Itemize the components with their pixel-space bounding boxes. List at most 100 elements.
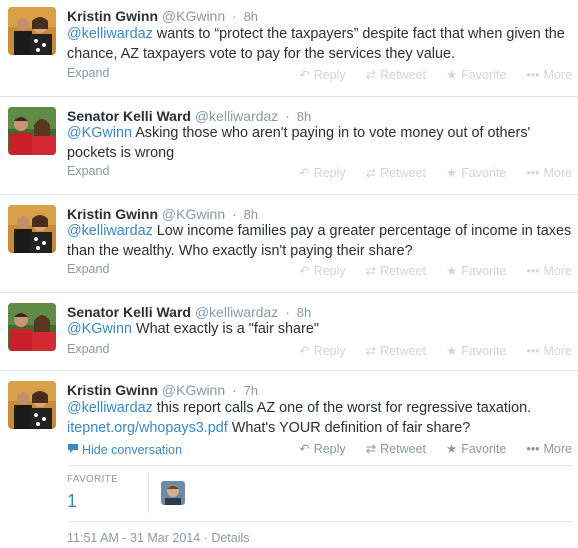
more-button[interactable]: ••• More [526,166,572,180]
reply-button[interactable]: ↶ Reply [299,441,345,456]
tweet-text: @kelliwardaz this report calls AZ one of… [67,399,572,438]
reply-button[interactable]: ↶ Reply [299,343,345,358]
favorite-label: Favorite [461,264,507,278]
more-dots-icon: ••• [526,166,540,180]
separator: · [232,382,237,398]
more-dots-icon: ••• [526,344,540,358]
divider [67,465,572,466]
tweet[interactable]: Senator Kelli Ward @kelliwardaz · 8h @KG… [0,97,578,195]
fullname[interactable]: Senator Kelli Ward [67,108,191,124]
mention-link[interactable]: @kelliwardaz [67,223,153,239]
tweet[interactable]: Kristin Gwinn @KGwinn · 8h @kelliwardaz … [0,195,578,293]
retweet-button[interactable]: ⇄ Retweet [366,263,426,278]
favoriter-avatar[interactable] [161,481,185,505]
retweet-icon: ⇄ [365,344,377,358]
tweet-header: Kristin Gwinn @KGwinn · 7h [67,381,258,399]
star-icon: ★ [446,344,458,358]
retweet-button[interactable]: ⇄ Retweet [366,67,426,82]
avatar[interactable] [8,303,56,351]
expand-link[interactable]: Expand [67,262,109,276]
speech-bubble-icon [67,442,79,457]
retweet-label: Retweet [380,442,426,456]
expand-link[interactable]: Expand [67,342,109,356]
reply-label: Reply [313,442,346,456]
retweet-button[interactable]: ⇄ Retweet [366,343,426,358]
fullname[interactable]: Kristin Gwinn [67,206,158,222]
star-icon: ★ [446,442,458,456]
timestamp[interactable]: 8h [244,207,258,222]
more-button[interactable]: ••• More [526,68,572,82]
more-dots-icon: ••• [526,68,540,82]
tweet-actions: ↶ Reply ⇄ Retweet ★ Favorite ••• More [279,263,572,278]
avatar[interactable] [8,107,56,155]
favorite-label: Favorite [461,166,507,180]
favorite-label: Favorite [461,68,507,82]
tweet-text-line2: pockets is wrong [67,144,175,161]
reply-button[interactable]: ↶ Reply [299,67,345,82]
mention-link[interactable]: @kelliwardaz [67,400,153,416]
more-button[interactable]: ••• More [526,344,572,358]
favorite-stat[interactable]: FAVORITE 1 [67,474,118,512]
mention-link[interactable]: @kelliwardaz [67,26,153,42]
fullname[interactable]: Senator Kelli Ward [67,304,191,320]
tweet-text-line2: than the wealthy. Who exactly isn't payi… [67,242,413,259]
timestamp[interactable]: 8h [297,305,311,320]
favorite-button[interactable]: ★ Favorite [446,67,506,82]
screen-name[interactable]: @KGwinn [162,206,225,222]
hide-conversation-link[interactable]: Hide conversation [67,442,182,457]
timestamp[interactable]: 7h [244,383,258,398]
url-link[interactable]: itepnet.org/whopays3.pdf [67,420,228,436]
screen-name[interactable]: @kelliwardaz [195,108,278,124]
tweet-text-line1: What exactly is a "fair share" [132,321,319,337]
expand-link[interactable]: Expand [67,66,109,80]
tweet[interactable]: Senator Kelli Ward @kelliwardaz · 8h @KG… [0,293,578,371]
more-label: More [543,442,572,456]
screen-name[interactable]: @KGwinn [162,8,225,24]
timestamp[interactable]: 8h [244,9,258,24]
favorite-button[interactable]: ★ Favorite [446,441,506,456]
favorite-button[interactable]: ★ Favorite [446,165,506,180]
full-timestamp: 11:51 AM - 31 Mar 2014 [67,531,201,545]
retweet-button[interactable]: ⇄ Retweet [366,441,426,456]
screen-name[interactable]: @KGwinn [162,382,225,398]
more-label: More [543,344,572,358]
expand-link[interactable]: Expand [67,164,109,178]
mention-link[interactable]: @KGwinn [67,125,132,141]
favorite-button[interactable]: ★ Favorite [446,263,506,278]
tweet-text-line1: this report calls AZ one of the worst fo… [152,400,532,416]
tweet-text: @KGwinn What exactly is a "fair share" [67,320,572,340]
mention-link[interactable]: @KGwinn [67,321,132,337]
avatar[interactable] [8,205,56,253]
more-button[interactable]: ••• More [526,442,572,456]
tweet-text-line1: Asking those who aren't paying in to vot… [132,125,531,141]
favorite-stat-count[interactable]: 1 [67,491,118,512]
star-icon: ★ [446,166,458,180]
retweet-label: Retweet [380,166,426,180]
reply-button[interactable]: ↶ Reply [299,165,345,180]
tweet[interactable]: Kristin Gwinn @KGwinn · 8h @kelliwardaz … [0,0,578,97]
fullname[interactable]: Kristin Gwinn [67,382,158,398]
retweet-button[interactable]: ⇄ Retweet [366,165,426,180]
fullname[interactable]: Kristin Gwinn [67,8,158,24]
avatar[interactable] [8,381,56,429]
retweet-icon: ⇄ [365,166,377,180]
tweet-actions: ↶ Reply ⇄ Retweet ★ Favorite ••• More [279,441,572,456]
retweet-icon: ⇄ [365,264,377,278]
avatar[interactable] [8,7,56,55]
details-link[interactable]: Details [211,531,249,545]
tweet-footer: 11:51 AM - 31 Mar 2014 · Details [67,531,250,545]
screen-name[interactable]: @kelliwardaz [195,304,278,320]
tweet-header: Kristin Gwinn @KGwinn · 8h [67,7,258,25]
separator: · [203,531,208,545]
reply-label: Reply [313,68,346,82]
favorite-button[interactable]: ★ Favorite [446,343,506,358]
more-label: More [543,264,572,278]
retweet-icon: ⇄ [365,442,377,456]
more-button[interactable]: ••• More [526,264,572,278]
tweet-text: @kelliwardaz Low income families pay a g… [67,222,572,261]
favorite-stat-label: FAVORITE [67,474,119,485]
tweet-header: Senator Kelli Ward @kelliwardaz · 8h [67,107,311,125]
reply-button[interactable]: ↶ Reply [299,263,345,278]
divider [148,473,149,513]
timestamp[interactable]: 8h [297,109,311,124]
